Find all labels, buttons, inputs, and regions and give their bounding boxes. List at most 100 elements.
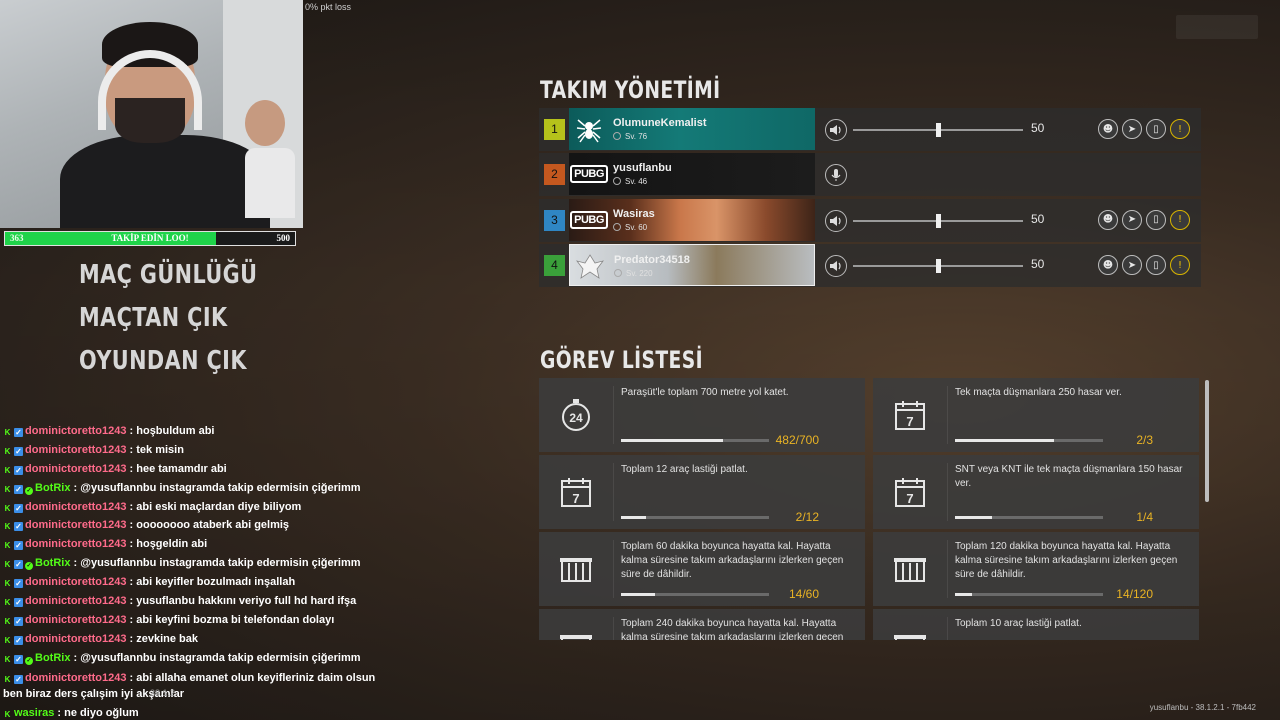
direction-icon[interactable]: ➤ bbox=[1122, 119, 1142, 139]
volume-knob[interactable] bbox=[936, 213, 941, 228]
volume-value: 50 bbox=[1031, 211, 1045, 226]
chat-username[interactable]: BotRix bbox=[35, 482, 70, 494]
chat-username[interactable]: dominictoretto1243 bbox=[25, 576, 126, 588]
mission-progress-value: 2/3 bbox=[1136, 433, 1153, 447]
chat-username[interactable]: BotRix bbox=[35, 652, 70, 664]
volume-slider[interactable] bbox=[853, 259, 1023, 274]
chat-message: K ✓ dominictoretto1243 : hoşgeldin abi bbox=[4, 538, 208, 551]
report-icon[interactable]: ! bbox=[1170, 119, 1190, 139]
microphone-icon[interactable] bbox=[825, 164, 847, 187]
player-card[interactable]: PUBG yusuflanbu Sv. 46 bbox=[569, 153, 815, 196]
mission-progress-bar bbox=[621, 593, 769, 596]
phone-icon[interactable]: ▯ bbox=[1146, 119, 1166, 139]
chat-username[interactable]: dominictoretto1243 bbox=[25, 672, 126, 684]
chat-username[interactable]: wasiras bbox=[14, 707, 54, 719]
player-card[interactable]: OlumuneKemalist Sv. 76 bbox=[569, 108, 815, 150]
stopwatch-24-icon: 24 bbox=[539, 378, 613, 452]
menu-leave-match[interactable]: MAÇTAN ÇIK bbox=[79, 298, 257, 341]
mission-progress-fill bbox=[955, 439, 1054, 442]
mission-list: 24 Paraşüt'le toplam 700 metre yol katet… bbox=[539, 378, 1201, 640]
chat-username[interactable]: dominictoretto1243 bbox=[25, 463, 126, 475]
webcam-feed bbox=[0, 0, 303, 228]
mission-card[interactable]: Toplam 240 dakika boyunca hayatta kal. H… bbox=[539, 609, 865, 640]
direction-icon[interactable]: ➤ bbox=[1122, 255, 1142, 276]
mission-text: Toplam 240 dakika boyunca hayatta kal. H… bbox=[621, 618, 844, 640]
kick-badge-icon: K bbox=[4, 428, 11, 437]
chat-message: K ✓ dominictoretto1243 : zevkine bak bbox=[4, 632, 199, 645]
mission-progress-value: 1/4 bbox=[1136, 510, 1153, 524]
volume-knob[interactable] bbox=[936, 123, 941, 137]
chat-message: K ✓ ✓ BotRix : @yusuflannbu instagramda tak… bbox=[4, 481, 361, 495]
emote-icon[interactable]: ☻ bbox=[1098, 119, 1118, 139]
menu-quit-game[interactable]: OYUNDAN ÇIK bbox=[79, 341, 257, 384]
prime-badge-icon: ✓ bbox=[14, 503, 23, 513]
mission-card[interactable]: Toplam 120 dakika boyunca hayatta kal. H… bbox=[873, 532, 1199, 606]
chat-username[interactable]: dominictoretto1243 bbox=[25, 538, 126, 550]
follow-goal-max: 500 bbox=[276, 233, 291, 243]
verified-badge-icon: ✓ bbox=[25, 562, 33, 571]
chat-message: K ✓ dominictoretto1243 : tek misin bbox=[4, 443, 184, 456]
crate-icon bbox=[539, 609, 613, 640]
player-actions: ☻ ➤ ▯ ! bbox=[1098, 209, 1190, 230]
chat-text: tek misin bbox=[136, 443, 184, 456]
mission-text: Toplam 60 dakika boyunca hayatta kal. Ha… bbox=[621, 541, 844, 580]
player-actions: ☻ ➤ ▯ ! bbox=[1098, 255, 1190, 276]
chat-message: K ✓ dominictoretto1243 : hee tamamdır abi bbox=[4, 462, 227, 475]
kick-badge-icon: K bbox=[4, 446, 11, 456]
emote-icon[interactable]: ☻ bbox=[1098, 255, 1118, 276]
game-menu: MAÇ GÜNLÜĞÜ MAÇTAN ÇIK OYUNDAN ÇIK bbox=[79, 255, 302, 384]
chat-username[interactable]: dominictoretto1243 bbox=[25, 595, 126, 607]
report-icon[interactable]: ! bbox=[1170, 209, 1190, 230]
chat-username[interactable]: BotRix bbox=[35, 557, 70, 569]
speaker-icon[interactable] bbox=[825, 209, 847, 232]
prime-badge-icon: ✓ bbox=[14, 674, 23, 684]
mission-scrollbar[interactable] bbox=[1205, 380, 1209, 502]
mission-progress-value: 14/60 bbox=[788, 587, 819, 601]
chat-text: @yusuflannbu instagramda takip edermisin… bbox=[80, 651, 361, 664]
mission-progress-bar bbox=[955, 516, 1103, 519]
volume-value: 50 bbox=[1031, 121, 1045, 135]
mission-card[interactable]: 7 SNT veya KNT ile tek maçta düşmanlara … bbox=[873, 455, 1199, 529]
mission-progress-fill bbox=[955, 593, 973, 596]
mission-card[interactable]: 24 Paraşüt'le toplam 700 metre yol katet… bbox=[539, 378, 865, 452]
crate-icon bbox=[873, 609, 947, 640]
menu-match-log[interactable]: MAÇ GÜNLÜĞÜ bbox=[79, 255, 257, 298]
kick-badge-icon: K bbox=[4, 598, 11, 608]
mission-card[interactable]: 7 Tek maçta düşmanlara 250 hasar ver. 2/… bbox=[873, 378, 1199, 452]
slot-number: 1 bbox=[544, 119, 565, 140]
chat-message: Kwasiras : ne diyo oğlum bbox=[4, 706, 139, 719]
report-icon[interactable]: ! bbox=[1170, 255, 1190, 276]
chat-username[interactable]: dominictoretto1243 bbox=[25, 614, 126, 626]
volume-slider[interactable] bbox=[853, 213, 1023, 228]
chat-text: ne diyo oğlum bbox=[64, 706, 139, 719]
direction-icon[interactable]: ➤ bbox=[1122, 209, 1142, 230]
chat-message: K ✓ dominictoretto1243 : abi keyifler bozu… bbox=[4, 576, 296, 589]
volume-slider[interactable] bbox=[853, 123, 1023, 137]
mission-progress-fill bbox=[621, 593, 656, 596]
chat-username[interactable]: dominictoretto1243 bbox=[25, 444, 126, 456]
player-card[interactable]: PUBG Wasiras Sv. 60 bbox=[569, 198, 815, 241]
chat-text: yusuflanbu hakkını veriyo full hd hard i… bbox=[136, 595, 357, 608]
version-left: 38.1.2 bbox=[150, 688, 176, 698]
emote-icon[interactable]: ☻ bbox=[1098, 209, 1118, 230]
phone-icon[interactable]: ▯ bbox=[1146, 209, 1166, 230]
player-card[interactable]: Predator34518 Sv. 220 bbox=[569, 244, 815, 287]
speaker-icon[interactable] bbox=[825, 255, 847, 278]
volume-value: 50 bbox=[1031, 257, 1045, 272]
chat-username[interactable]: dominictoretto1243 bbox=[25, 501, 126, 513]
phone-icon[interactable]: ▯ bbox=[1146, 255, 1166, 276]
mission-progress-bar bbox=[955, 439, 1103, 442]
player-level: Sv. 76 bbox=[613, 132, 647, 141]
chat-text: abi eski maçlardan diye biliyom bbox=[136, 500, 302, 513]
mission-card[interactable]: Toplam 60 dakika boyunca hayatta kal. Ha… bbox=[539, 532, 865, 606]
kick-badge-icon: K bbox=[4, 709, 11, 719]
volume-knob[interactable] bbox=[936, 259, 941, 274]
mission-card[interactable]: Toplam 10 araç lastiği patlat. bbox=[873, 609, 1199, 640]
kick-badge-icon: K bbox=[4, 522, 11, 532]
chat-username[interactable]: dominictoretto1243 bbox=[25, 633, 126, 645]
packet-loss-readout: 0% pkt loss bbox=[305, 2, 352, 12]
speaker-icon[interactable] bbox=[825, 119, 847, 141]
chat-username[interactable]: dominictoretto1243 bbox=[25, 425, 126, 437]
chat-username[interactable]: dominictoretto1243 bbox=[25, 519, 126, 531]
mission-card[interactable]: 7 Toplam 12 araç lastiği patlat. 2/12 bbox=[539, 455, 865, 529]
